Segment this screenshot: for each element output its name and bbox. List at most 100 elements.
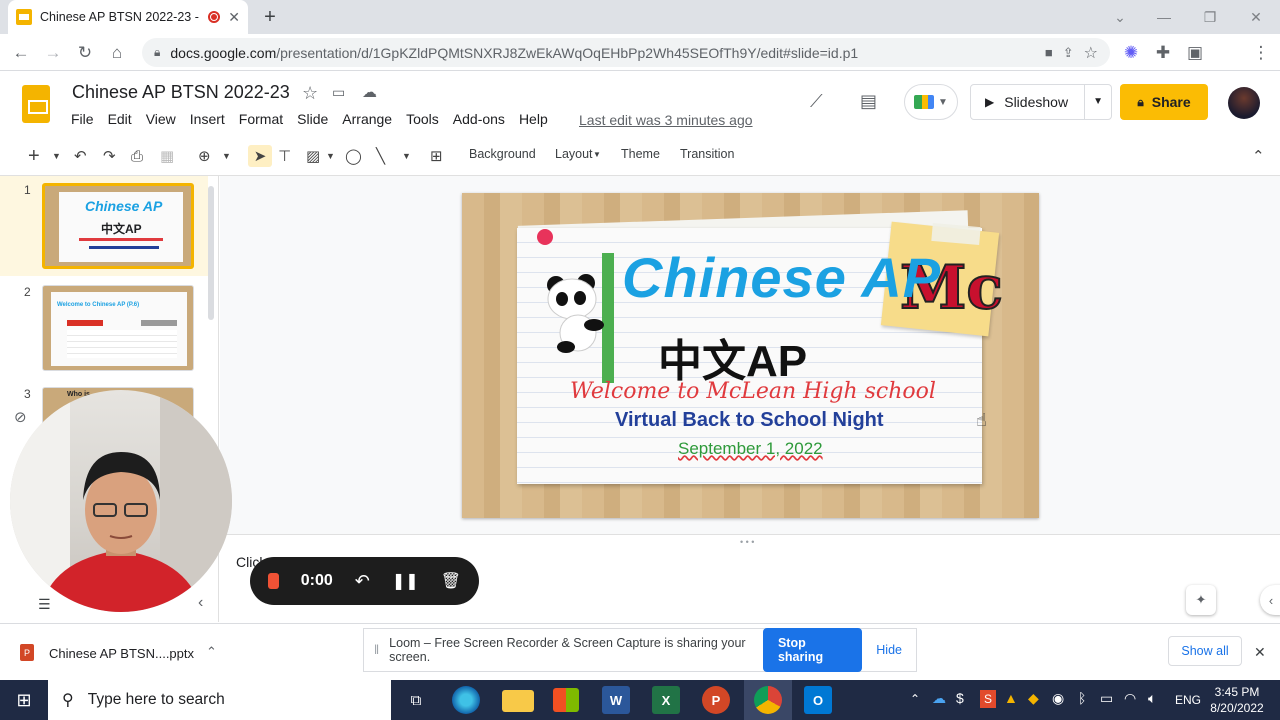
tray-app-icon[interactable]: ◆ <box>1028 690 1039 707</box>
slide-canvas[interactable]: Mc Chinese AP 中文AP Welcome to McLean Hig… <box>462 193 1039 518</box>
select-cursor-icon[interactable]: ➤ <box>248 145 272 167</box>
download-chevron-icon[interactable]: ⌃ <box>206 644 217 660</box>
image-dropdown-icon[interactable]: ▼ <box>326 145 335 167</box>
collapse-toolbar-icon[interactable]: ⌃ <box>1252 145 1265 167</box>
redo-icon[interactable]: ↷ <box>103 145 116 167</box>
menu-view[interactable]: View <box>139 111 183 127</box>
minimize-button[interactable]: — <box>1152 6 1176 28</box>
theme-button[interactable]: Theme <box>621 147 660 161</box>
line-dropdown-icon[interactable]: ▼ <box>402 145 411 167</box>
store-icon[interactable] <box>553 688 579 712</box>
zoom-icon[interactable]: ⊕ <box>198 145 211 167</box>
shape-icon[interactable]: ◯ <box>345 145 362 167</box>
grid-view-icon[interactable]: ☰ <box>38 596 51 613</box>
menu-file[interactable]: File <box>64 111 101 127</box>
task-view-icon[interactable]: ⧉ <box>404 688 428 712</box>
bookmark-star-icon[interactable]: ☆ <box>1084 43 1098 63</box>
menu-arrange[interactable]: Arrange <box>335 111 399 127</box>
share-page-icon[interactable]: ⇪ <box>1063 45 1074 61</box>
menu-insert[interactable]: Insert <box>183 111 232 127</box>
restore-button[interactable]: ❐ <box>1198 6 1222 28</box>
taskbar-search-box[interactable]: ⚲ Type here to search <box>48 680 391 720</box>
file-explorer-icon[interactable] <box>502 690 534 712</box>
explore-icon[interactable]: ✦ <box>1186 585 1216 615</box>
share-button[interactable]: 🔒︎ Share <box>1120 84 1208 120</box>
link-icon[interactable]: ⊘ <box>14 408 27 426</box>
print-icon[interactable]: ⎙ <box>131 145 143 167</box>
forward-icon[interactable]: → <box>40 40 66 66</box>
line-icon[interactable]: ╲ <box>376 145 385 167</box>
last-edit-link[interactable]: Last edit was 3 minutes ago <box>579 112 753 128</box>
star-icon[interactable]: ☆ <box>302 83 318 104</box>
undo-icon[interactable]: ↶ <box>74 145 87 167</box>
extensions-puzzle-icon[interactable]: ✚ <box>1150 40 1176 66</box>
image-icon[interactable]: ▨ <box>306 145 320 167</box>
loom-delete-icon[interactable]: 🗑︎ <box>441 571 461 591</box>
excel-icon[interactable]: X <box>652 686 680 714</box>
account-avatar[interactable] <box>1228 87 1260 119</box>
new-slide-icon[interactable]: + <box>28 145 40 167</box>
text-box-icon[interactable]: ⊤ <box>278 145 291 167</box>
loom-extension-icon[interactable]: ✺ <box>1118 40 1144 66</box>
menu-tools[interactable]: Tools <box>399 111 446 127</box>
slideshow-button[interactable]: ▶ Slideshow ▼ <box>970 84 1112 120</box>
new-tab-button[interactable]: + <box>258 6 282 28</box>
background-button[interactable]: Background <box>469 147 536 161</box>
new-slide-dropdown-icon[interactable]: ▼ <box>52 145 61 167</box>
move-folder-icon[interactable]: ▭ <box>332 84 345 101</box>
battery-icon[interactable]: ▭ <box>1100 690 1113 707</box>
menu-format[interactable]: Format <box>232 111 290 127</box>
side-panel-toggle-icon[interactable]: ‹ <box>1260 585 1280 615</box>
menu-help[interactable]: Help <box>512 111 555 127</box>
transition-button[interactable]: Transition <box>680 147 734 161</box>
bluetooth-icon[interactable]: ᛒ <box>1078 690 1086 706</box>
slides-logo-icon[interactable] <box>22 85 50 123</box>
paint-format-icon[interactable]: ▦ <box>160 145 174 167</box>
layout-button[interactable]: Layout <box>555 147 593 161</box>
camera-icon[interactable]: ■ <box>1045 45 1053 60</box>
powerpoint-icon[interactable]: P <box>702 686 730 714</box>
chrome-menu-icon[interactable]: ⋮ <box>1248 40 1274 66</box>
comments-icon[interactable]: ▤ <box>860 91 877 112</box>
reload-icon[interactable]: ↻ <box>72 40 98 66</box>
input-language[interactable]: ENG <box>1175 693 1201 707</box>
collapse-filmstrip-icon[interactable]: ‹ <box>198 594 203 612</box>
outlook-icon[interactable]: O <box>804 686 832 714</box>
document-title[interactable]: Chinese AP BTSN 2022-23 <box>72 82 290 103</box>
tray-chrome-icon[interactable]: ◉ <box>1052 690 1064 707</box>
tray-s-icon[interactable]: S <box>980 690 996 708</box>
google-drive-icon[interactable]: ▲ <box>1004 690 1018 706</box>
word-icon[interactable]: W <box>602 686 630 714</box>
stop-sharing-button[interactable]: Stop sharing <box>762 628 863 672</box>
menu-slide[interactable]: Slide <box>290 111 335 127</box>
browser-tab[interactable]: Chinese AP BTSN 2022-23 - ✕ <box>8 0 248 34</box>
show-all-downloads-button[interactable]: Show all <box>1168 636 1242 666</box>
loom-restart-icon[interactable]: ↶ <box>355 571 370 592</box>
windows-start-icon[interactable]: ⊞ <box>14 690 34 710</box>
meet-button[interactable]: ▼ <box>904 84 958 120</box>
download-file-name[interactable]: Chinese AP BTSN....pptx <box>49 646 194 661</box>
tab-close-icon[interactable]: ✕ <box>228 9 240 26</box>
volume-icon[interactable]: 🔈︎ <box>1148 690 1156 707</box>
menu-edit[interactable]: Edit <box>101 111 139 127</box>
notes-resize-handle[interactable]: • • • <box>740 537 754 547</box>
layout-dropdown-icon[interactable]: ▼ <box>593 150 601 159</box>
tray-overflow-icon[interactable]: ⌃ <box>910 692 920 706</box>
comment-add-icon[interactable]: ⊞ <box>430 145 443 167</box>
slideshow-dropdown-icon[interactable]: ▼ <box>1084 85 1111 119</box>
close-window-button[interactable]: ✕ <box>1244 6 1268 28</box>
chrome-icon[interactable] <box>754 686 782 714</box>
onedrive-icon[interactable]: ☁ <box>932 690 946 707</box>
sidepanel-icon[interactable]: ▣ <box>1182 40 1208 66</box>
tray-dollar-icon[interactable]: $ <box>956 690 964 706</box>
slide-thumbnail-1[interactable]: Chinese AP 中文AP <box>42 183 194 269</box>
slide-thumbnail-2[interactable]: Welcome to Chinese AP (P.6) <box>42 285 194 371</box>
activity-trend-icon[interactable]: ⟋ <box>810 91 823 112</box>
back-icon[interactable]: ← <box>8 40 34 66</box>
omnibox[interactable]: 🔒︎ docs.google.com/presentation/d/1GpKZl… <box>142 38 1110 67</box>
menu-addons[interactable]: Add-ons <box>446 111 512 127</box>
tab-search-icon[interactable]: ⌄ <box>1108 6 1132 28</box>
loom-pause-icon[interactable]: ❚❚ <box>392 571 419 591</box>
close-downloads-icon[interactable]: ✕ <box>1254 644 1266 661</box>
drag-handle-icon[interactable]: ‖ <box>374 643 379 657</box>
